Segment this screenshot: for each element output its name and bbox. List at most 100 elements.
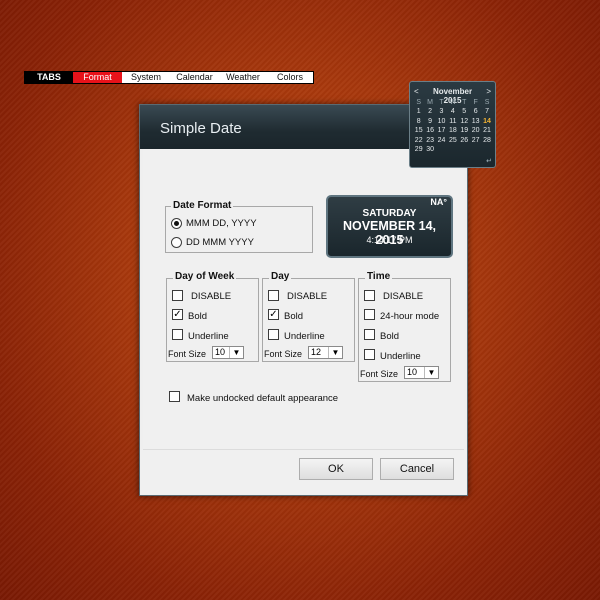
calendar-day[interactable]: 3 (436, 107, 447, 116)
day-bold-checkbox[interactable]: ✓ (268, 309, 279, 320)
calendar-week-row: 29 30 (413, 145, 493, 154)
dow-underline-label: Underline (188, 331, 229, 342)
tab-header: TABS (25, 72, 73, 83)
calendar-day[interactable]: 10 (436, 117, 447, 126)
calendar-day[interactable]: 1 (413, 107, 424, 116)
time-underline-checkbox[interactable] (364, 349, 375, 360)
calendar-day[interactable]: 16 (424, 126, 435, 135)
dow-bold-label: Bold (188, 311, 208, 322)
calendar-gadget: < November 2015 > SMTWTFS 1 2 3 4 5 6 7 8 9 10 11 1… (409, 81, 496, 168)
date-preview: NA° SATURDAY NOVEMBER 14, 2015 4:14:17 P… (326, 195, 453, 258)
tab-colors[interactable]: Colors (267, 72, 313, 83)
time-font-size-select[interactable]: 10 ▼ (404, 366, 439, 379)
dow-font-size-label: Font Size (168, 349, 207, 359)
dow-disable-label: DISABLE (191, 291, 232, 302)
radio-dd-mmm-yyyy[interactable] (171, 237, 182, 248)
tab-calendar[interactable]: Calendar (170, 72, 219, 83)
calendar-day[interactable]: 19 (459, 126, 470, 135)
radio-dd-mmm-yyyy-label: DD MMM YYYY (186, 237, 254, 248)
chevron-down-icon: ▼ (424, 367, 438, 378)
calendar-day (447, 145, 458, 154)
time-bold-label: Bold (380, 331, 400, 342)
calendar-day[interactable]: 9 (424, 117, 435, 126)
calendar-day[interactable]: 21 (481, 126, 492, 135)
calendar-day[interactable]: 11 (447, 117, 458, 126)
calendar-day[interactable]: 22 (413, 136, 424, 145)
time-disable-checkbox[interactable] (364, 290, 375, 301)
calendar-day[interactable]: 23 (424, 136, 435, 145)
date-format-legend: Date Format (171, 200, 234, 211)
day-bold-label: Bold (284, 311, 304, 322)
calendar-weekday: T (439, 99, 444, 106)
calendar-day[interactable]: 28 (481, 136, 492, 145)
calendar-day[interactable]: 6 (470, 107, 481, 116)
calendar-day[interactable]: 29 (413, 145, 424, 154)
calendar-week-row: 8 9 10 11 12 13 14 (413, 117, 493, 126)
calendar-day[interactable]: 15 (413, 126, 424, 135)
day-font-size-select[interactable]: 12 ▼ (308, 346, 343, 359)
calendar-next-button[interactable]: > (486, 87, 491, 96)
time-bold-checkbox[interactable] (364, 329, 375, 340)
calendar-day (436, 145, 447, 154)
dow-disable-checkbox[interactable] (172, 290, 183, 301)
calendar-prev-button[interactable]: < (414, 87, 419, 96)
calendar-day[interactable]: 4 (447, 107, 458, 116)
dialog-title: Simple Date (160, 120, 242, 137)
undocked-default-checkbox[interactable] (169, 391, 180, 402)
calendar-day[interactable]: 12 (459, 117, 470, 126)
preview-day: SATURDAY (362, 208, 417, 219)
day-of-week-legend: Day of Week (173, 271, 237, 282)
tab-format[interactable]: Format (73, 72, 122, 83)
ok-button[interactable]: OK (299, 458, 373, 480)
tab-weather[interactable]: Weather (219, 72, 267, 83)
day-underline-checkbox[interactable] (268, 329, 279, 340)
day-disable-checkbox[interactable] (268, 290, 279, 301)
day-font-size-label: Font Size (264, 349, 303, 359)
calendar-day[interactable]: 5 (459, 107, 470, 116)
calendar-day[interactable]: 7 (481, 107, 492, 116)
calendar-day[interactable]: 14 (481, 117, 492, 126)
calendar-week-row: 22 23 24 25 26 27 28 (413, 136, 493, 145)
calendar-day[interactable]: 18 (447, 126, 458, 135)
day-disable-label: DISABLE (287, 291, 328, 302)
chevron-down-icon: ▼ (328, 347, 342, 358)
calendar-day[interactable]: 8 (413, 117, 424, 126)
calendar-day[interactable]: 17 (436, 126, 447, 135)
dow-underline-checkbox[interactable] (172, 329, 183, 340)
time-disable-label: DISABLE (383, 291, 424, 302)
radio-mmm-dd-yyyy-label: MMM DD, YYYY (186, 218, 257, 229)
calendar-weekday: W (449, 99, 457, 106)
calendar-day[interactable]: 20 (470, 126, 481, 135)
calendar-day[interactable]: 13 (470, 117, 481, 126)
return-to-today-icon[interactable]: ↵ (486, 157, 492, 165)
time-24h-label: 24-hour mode (380, 311, 440, 322)
time-font-size-label: Font Size (360, 369, 399, 379)
preview-time: 4:14:17 PM (366, 235, 413, 245)
calendar-weekday-row: SMTWTFS (413, 98, 493, 107)
calendar-weekday: M (427, 99, 433, 106)
calendar-day[interactable]: 25 (447, 136, 458, 145)
calendar-weekday: S (416, 99, 422, 106)
calendar-day[interactable]: 24 (436, 136, 447, 145)
dow-bold-checkbox[interactable]: ✓ (172, 309, 183, 320)
calendar-day[interactable]: 27 (470, 136, 481, 145)
time-24h-checkbox[interactable] (364, 309, 375, 320)
calendar-week-row: 1234567 (413, 107, 493, 116)
undocked-default-label: Make undocked default appearance (187, 393, 339, 404)
calendar-day (481, 145, 492, 154)
day-underline-label: Underline (284, 331, 325, 342)
calendar-day (459, 145, 470, 154)
calendar-day[interactable]: 30 (424, 145, 435, 154)
day-font-size-value: 12 (311, 347, 322, 357)
day-legend: Day (269, 271, 292, 282)
tab-system[interactable]: System (122, 72, 170, 83)
radio-mmm-dd-yyyy[interactable] (171, 218, 182, 229)
calendar-day[interactable]: 2 (424, 107, 435, 116)
calendar-weekday: T (462, 99, 467, 106)
calendar-grid: SMTWTFS 1 2 3 4 5 6 7 8 9 10 11 12 13 14 15 16 17 18 19 20 2… (413, 98, 493, 154)
cancel-button[interactable]: Cancel (380, 458, 454, 480)
calendar-week-row: 15 16 17 18 19 20 21 (413, 126, 493, 135)
weather-badge: NA° (430, 197, 447, 207)
dow-font-size-select[interactable]: 10 ▼ (212, 346, 244, 359)
calendar-day[interactable]: 26 (459, 136, 470, 145)
